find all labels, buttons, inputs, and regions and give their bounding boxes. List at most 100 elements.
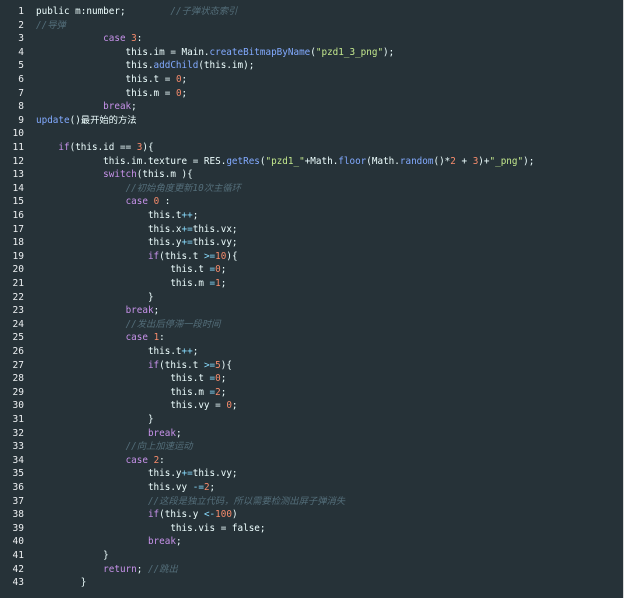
code-line[interactable]: this.y+=this.vy; [36, 467, 619, 481]
code-line[interactable]: this.t++; [36, 345, 619, 359]
keyword-token: if [147, 250, 160, 262]
code-line[interactable]: } [36, 291, 619, 305]
code-line[interactable]: } [36, 413, 619, 427]
operator-token: -= [192, 482, 204, 493]
code-text-token: (this.im); [198, 60, 255, 72]
code-line[interactable]: this.vy = 0; [36, 399, 619, 413]
code-line[interactable]: //发出后停滞一段时间 [36, 318, 619, 332]
line-number: 42 [12, 563, 24, 575]
operator-token: += [181, 237, 193, 249]
line-number: 17 [12, 223, 24, 235]
code-line[interactable]: if(this.t >=10){ [36, 250, 619, 264]
code-line[interactable]: this.addChild(this.im); [36, 59, 619, 73]
code-text-token: this.m [36, 278, 210, 289]
keyword-token: break [147, 536, 176, 548]
code-line[interactable]: this.m =1; [36, 277, 619, 291]
keyword-token: if [58, 142, 70, 153]
code-line[interactable]: break; [36, 427, 619, 441]
operator-token: ++ [181, 346, 193, 357]
code-text-token: public m:number; [36, 6, 171, 17]
code-text-token: ){ [220, 359, 232, 371]
code-line[interactable]: if(this.y <-100) [36, 508, 619, 522]
code-line[interactable]: public m:number; //子弹状态索引 [36, 5, 619, 19]
code-line[interactable]: return; //跳出 [36, 563, 619, 577]
code-text-token: (this.m ){ [136, 169, 193, 181]
code-line[interactable]: } [36, 576, 619, 590]
code-line[interactable]: if(this.id == 3){ [36, 141, 619, 155]
code-line[interactable]: this.y+=this.vy; [36, 236, 619, 250]
code-text-token: } [36, 291, 154, 303]
function-token: addChild [153, 60, 199, 72]
code-line[interactable]: this.m =2; [36, 386, 619, 400]
code-line[interactable]: this.m = 0; [36, 87, 619, 101]
code-line[interactable]: this.vis = false; [36, 522, 619, 536]
code-text-token: ; [181, 87, 188, 99]
code-text-token: ; [220, 278, 227, 289]
code-line[interactable]: case 2: [36, 454, 619, 468]
code-line[interactable]: this.t =0; [36, 263, 619, 277]
code-text-token: ; [131, 101, 137, 113]
code-line[interactable]: //初始角度更新10次主循环 [36, 182, 619, 196]
code-text-token: this.im.texture = RES. [36, 155, 227, 167]
code-editor[interactable]: 1 2 3 4 5 6 7 8 9 10 11 12 13 14 15 16 17 18 19 20 21 22 23 24 2… [0, 0, 624, 598]
comment-token: //这段是独立代码，所以需要检测出屏子弹消失 [147, 495, 346, 507]
code-text-token: : [159, 196, 171, 208]
function-token: update [36, 114, 70, 126]
code-line[interactable]: //导弹 [36, 19, 619, 33]
function-token: createBitmapByName [209, 46, 311, 58]
code-line[interactable]: update()最开始的方法 [36, 114, 619, 128]
line-number: 7 [18, 87, 24, 99]
code-text-token: : [159, 332, 165, 344]
code-line[interactable]: switch(this.m ){ [36, 168, 619, 182]
code-line[interactable]: this.x+=this.vx; [36, 223, 619, 237]
line-number: 19 [12, 250, 24, 262]
code-line[interactable]: case 1: [36, 331, 619, 345]
code-line[interactable]: this.t++; [36, 209, 619, 223]
line-number: 18 [12, 237, 24, 249]
code-line[interactable]: this.vy -=2; [36, 481, 619, 495]
keyword-token: case [125, 332, 148, 344]
line-number: 28 [12, 373, 24, 385]
keyword-token: if [147, 509, 160, 521]
code-line[interactable]: if(this.t >=5){ [36, 359, 619, 373]
code-line[interactable]: case 0 : [36, 195, 619, 209]
code-line[interactable]: this.im.texture = RES.getRes("pzd1_"+Mat… [36, 155, 619, 169]
line-number: 3 [18, 33, 24, 45]
line-number: 25 [12, 332, 24, 344]
line-number: 29 [12, 386, 24, 398]
line-number: 27 [12, 359, 24, 371]
line-number: 6 [18, 74, 24, 85]
code-text-token: ){ [142, 142, 154, 153]
line-number: 32 [12, 427, 24, 439]
code-line[interactable]: case 3: [36, 32, 619, 46]
operator-token: ++ [181, 210, 193, 221]
operator-token: >= [203, 359, 216, 371]
code-text-token: this.t [36, 210, 182, 221]
code-line[interactable] [36, 127, 619, 141]
line-number: 24 [12, 318, 24, 330]
line-number: 5 [18, 60, 24, 72]
code-line[interactable]: break; [36, 535, 619, 549]
code-text-token: )+ [478, 155, 490, 167]
code-line[interactable]: } [36, 549, 619, 563]
line-number: 43 [12, 577, 24, 589]
code-text-token: ; [231, 400, 238, 412]
function-token: floor [338, 155, 367, 167]
string-token: "_png" [489, 155, 524, 167]
code-line[interactable]: this.t = 0; [36, 73, 619, 87]
code-line[interactable]: break; [36, 100, 619, 114]
line-number: 14 [12, 182, 24, 194]
line-number: 31 [12, 414, 24, 425]
code-line[interactable]: this.im = Main.createBitmapByName("pzd1_… [36, 46, 619, 60]
code-line[interactable]: //向上加速运动 [36, 440, 619, 454]
code-line[interactable]: break; [36, 304, 619, 318]
code-line[interactable]: //这段是独立代码，所以需要检测出屏子弹消失 [36, 495, 619, 509]
code-line[interactable]: this.t =0; [36, 372, 619, 386]
